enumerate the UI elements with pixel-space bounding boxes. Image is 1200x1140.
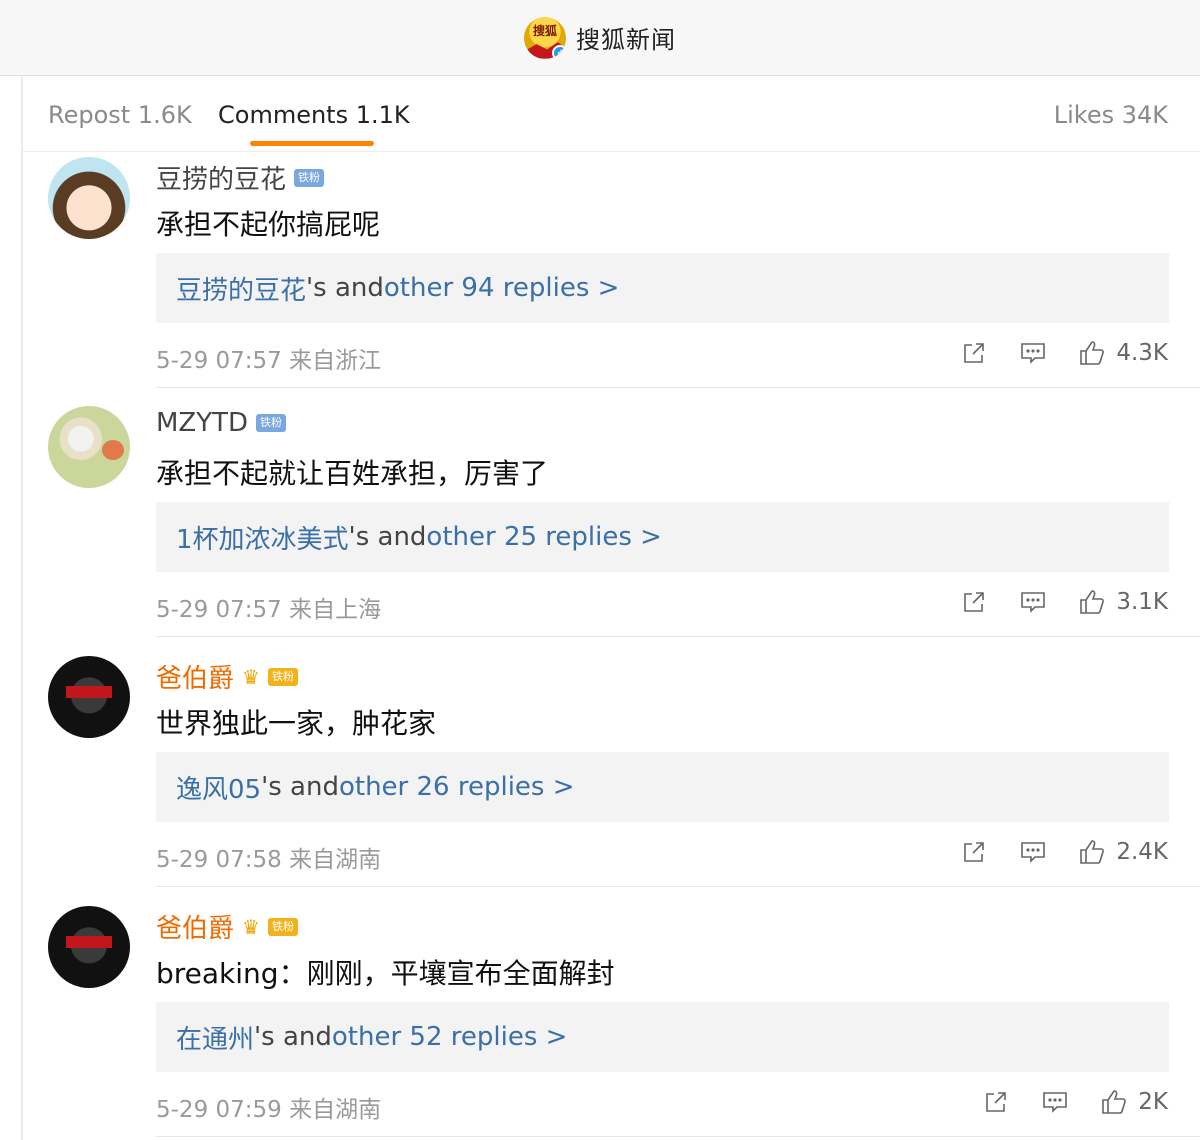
comment-meta: 5-29 07:57 来自浙江	[156, 348, 382, 374]
like-button[interactable]: 3.1K	[1078, 588, 1168, 616]
reply-joiner: 's and	[254, 1022, 332, 1052]
fan-badge: 铁粉	[294, 168, 325, 187]
like-count: 2.4K	[1116, 839, 1168, 865]
tab-comments[interactable]: Comments 1.1K	[218, 101, 410, 129]
comment-actions: 3.1K	[962, 588, 1168, 616]
comment-icon[interactable]	[1020, 840, 1046, 864]
username[interactable]: 爸伯爵	[156, 908, 234, 945]
like-button[interactable]: 2K	[1100, 1088, 1168, 1116]
comment-icon[interactable]	[1042, 1090, 1068, 1114]
more-replies[interactable]: other 26 replies >	[339, 772, 575, 802]
verified-icon: ✓	[552, 44, 566, 59]
thumbs-up-icon	[1102, 1090, 1127, 1114]
active-tab-indicator	[250, 141, 374, 146]
thumbs-up-icon	[1080, 840, 1105, 864]
reply-user[interactable]: 豆捞的豆花	[176, 270, 306, 307]
tab-likes[interactable]: Likes 34K	[1054, 101, 1168, 129]
comment-icon[interactable]	[1020, 590, 1046, 614]
share-icon[interactable]	[962, 341, 986, 365]
crown-icon: ♛	[242, 914, 260, 939]
avatar[interactable]	[48, 656, 130, 738]
comment-actions: 4.3K	[962, 339, 1168, 367]
replies-link[interactable]: 1杯加浓冰美式's and other 25 replies >	[156, 502, 1169, 572]
tab-bar: Repost 1.6K Comments 1.1K Likes 34K	[23, 77, 1200, 152]
logo-text: 搜狐	[532, 23, 557, 38]
username[interactable]: 爸伯爵	[156, 658, 234, 695]
brand[interactable]: 搜狐 ✓ 搜狐新闻	[524, 16, 676, 59]
comment-text: 承担不起你搞屁呢	[156, 208, 381, 241]
share-icon[interactable]	[984, 1090, 1008, 1114]
avatar[interactable]	[48, 406, 130, 488]
replies-link[interactable]: 在通州's and other 52 replies >	[156, 1002, 1169, 1072]
like-count: 2K	[1138, 1089, 1168, 1115]
tab-repost[interactable]: Repost 1.6K	[48, 101, 192, 129]
comment-meta: 5-29 07:59 来自湖南	[156, 1097, 382, 1123]
like-count: 3.1K	[1116, 589, 1168, 615]
share-icon[interactable]	[962, 840, 986, 864]
replies-link[interactable]: 豆捞的豆花's and other 94 replies >	[156, 253, 1169, 323]
comment-text: 承担不起就让百姓承担，厉害了	[156, 457, 549, 490]
app-header: 搜狐 ✓ 搜狐新闻	[0, 0, 1200, 76]
comment-text: 世界独此一家，肿花家	[156, 707, 437, 740]
reply-user[interactable]: 在通州	[176, 1019, 254, 1056]
comment-actions: 2K	[984, 1088, 1168, 1116]
reply-joiner: 's and	[348, 522, 427, 552]
replies-link[interactable]: 逸风05's and other 26 replies >	[156, 752, 1169, 822]
comment-actions: 2.4K	[962, 838, 1168, 866]
more-replies[interactable]: other 52 replies >	[332, 1022, 568, 1052]
share-icon[interactable]	[962, 590, 986, 614]
avatar[interactable]	[48, 906, 130, 988]
divider	[156, 636, 1200, 637]
reply-joiner: 's and	[261, 772, 339, 802]
like-button[interactable]: 2.4K	[1078, 838, 1168, 866]
comment-text: breaking：刚刚，平壤宣布全面解封	[156, 957, 615, 990]
like-button[interactable]: 4.3K	[1078, 339, 1168, 367]
divider	[156, 886, 1200, 887]
reply-joiner: 's and	[306, 273, 384, 303]
page-title: 搜狐新闻	[576, 26, 676, 54]
more-replies[interactable]: other 94 replies >	[384, 273, 620, 303]
crown-icon: ♛	[242, 664, 260, 689]
thumbs-up-icon	[1080, 590, 1105, 614]
divider	[156, 1136, 1200, 1137]
sohu-logo-icon: 搜狐 ✓	[524, 16, 566, 59]
fan-badge: 铁粉	[256, 414, 287, 432]
comment-icon[interactable]	[1020, 341, 1046, 365]
like-count: 4.3K	[1116, 340, 1168, 366]
username[interactable]: 豆捞的豆花	[156, 159, 286, 196]
avatar[interactable]	[48, 157, 130, 239]
comment-meta: 5-29 07:58 来自湖南	[156, 847, 382, 873]
divider	[156, 387, 1200, 388]
left-border	[21, 76, 23, 1140]
thumbs-up-icon	[1080, 341, 1105, 365]
more-replies[interactable]: other 25 replies >	[426, 522, 662, 552]
reply-user[interactable]: 1杯加浓冰美式	[176, 519, 349, 556]
username[interactable]: MZYTD	[156, 408, 248, 438]
fan-badge: 铁粉	[267, 667, 298, 686]
reply-user[interactable]: 逸风05	[176, 769, 261, 806]
fan-badge: 铁粉	[267, 917, 298, 936]
comment-meta: 5-29 07:57 来自上海	[156, 597, 382, 623]
